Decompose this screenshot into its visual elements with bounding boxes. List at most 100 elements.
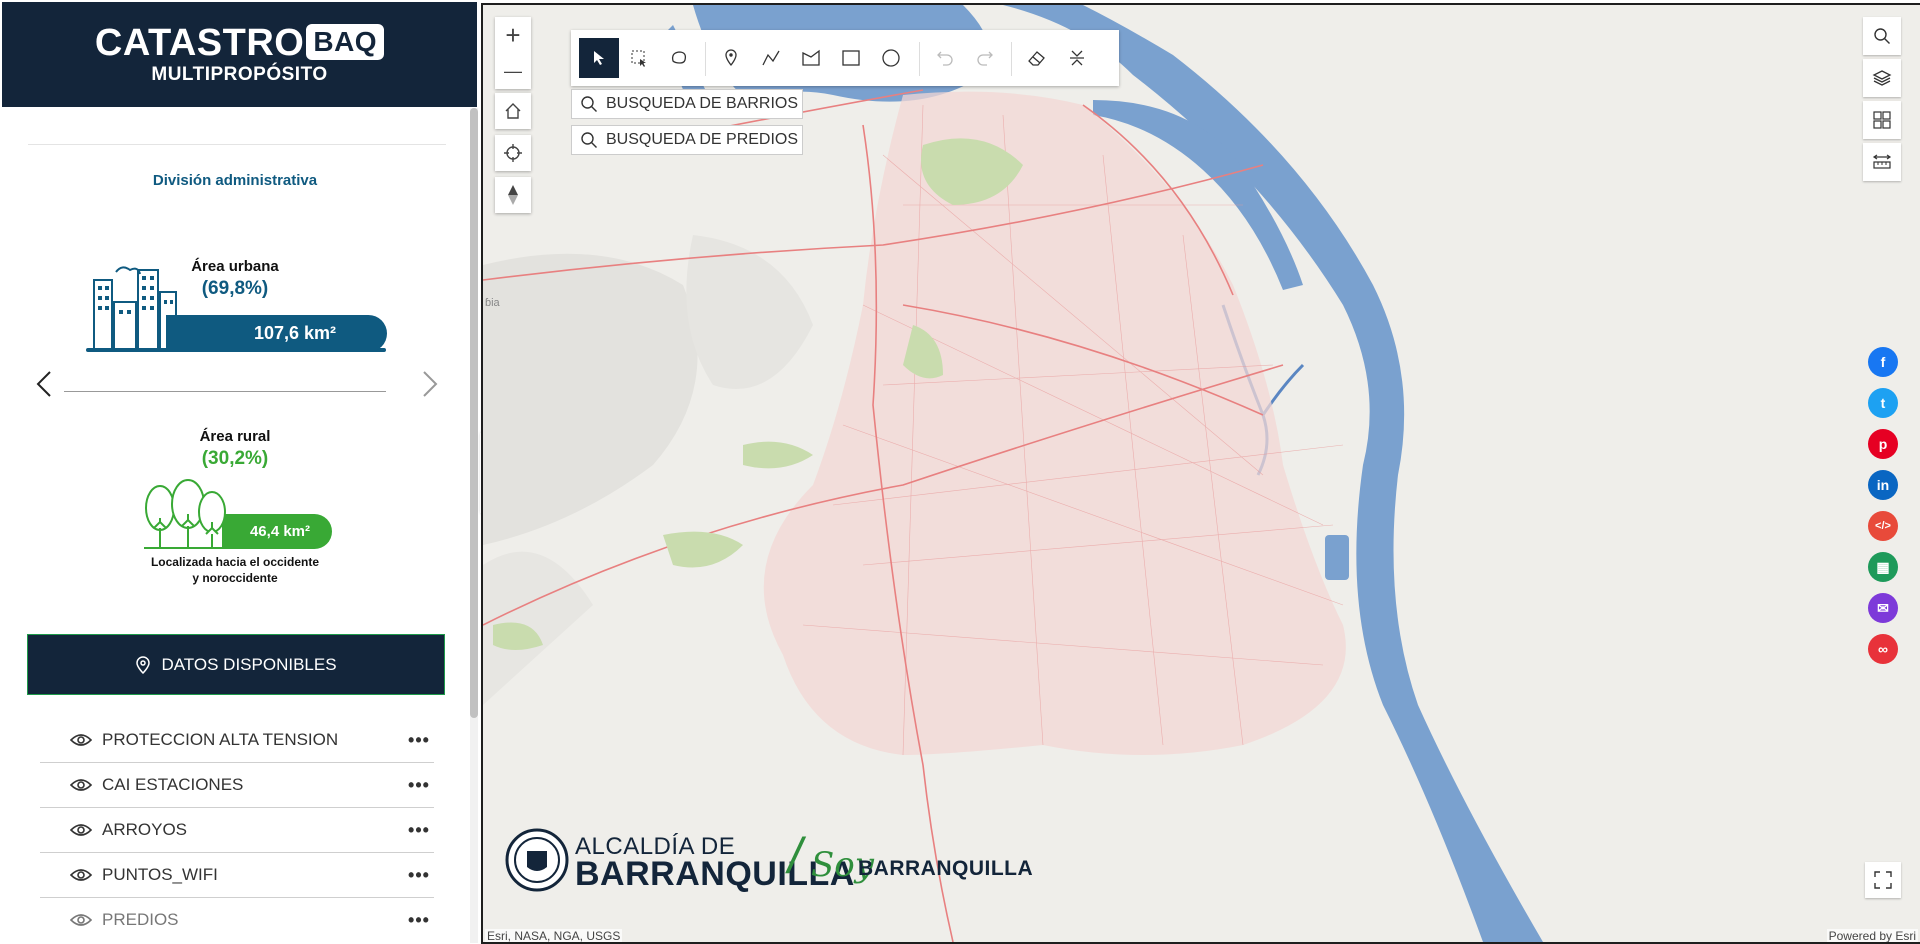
map-pin-icon [725, 49, 737, 67]
more-options-button[interactable]: ••• [404, 865, 434, 886]
logo-barranquilla: BARRANQUILLA [858, 857, 1034, 880]
rectangle-tool-button[interactable] [831, 38, 871, 78]
compass-icon [508, 185, 518, 205]
layer-name: ARROYOS [102, 820, 188, 839]
collapse-vertical-icon [1070, 50, 1084, 66]
chevron-right-icon [423, 371, 438, 397]
eye-icon[interactable] [70, 823, 92, 837]
layer-row[interactable]: ARROYOS ••• [40, 808, 434, 853]
zoom-out-button[interactable]: — [495, 53, 531, 89]
pointer-icon [594, 51, 604, 65]
measure-button[interactable] [1863, 143, 1901, 181]
collapse-toolbar-button[interactable] [1057, 38, 1097, 78]
point-tool-button[interactable] [711, 38, 751, 78]
rectangle-select-icon [631, 50, 646, 67]
qr-share-button[interactable]: ▦ [1868, 552, 1898, 582]
attribution-right[interactable]: Powered by Esri [1826, 929, 1918, 942]
eraser-button[interactable] [1017, 38, 1057, 78]
carousel-divider [64, 391, 386, 392]
email-share-button[interactable]: ✉ [1868, 593, 1898, 623]
circle-icon [882, 49, 900, 67]
select-tool-button[interactable] [579, 38, 619, 78]
eye-icon[interactable] [70, 913, 92, 927]
eye-icon[interactable] [70, 868, 92, 882]
attribution-left: Esri, NASA, NGA, USGS [485, 929, 623, 943]
undo-icon [937, 51, 953, 66]
carousel-next-button[interactable] [414, 366, 444, 402]
layer-row[interactable]: PROTECCION ALTA TENSION ••• [40, 718, 434, 763]
layer-name: CAI ESTACIONES [102, 775, 244, 794]
redo-button[interactable] [965, 38, 1005, 78]
location-pin-icon [136, 655, 151, 674]
lasso-icon [671, 51, 687, 64]
basemap-gallery-button[interactable] [1863, 101, 1901, 139]
map-view[interactable]: + — BUSQUEDA DE BARRIOS BUSQUEDA DE PRED… [481, 3, 1920, 944]
fullscreen-icon [1874, 871, 1892, 889]
fullscreen-button[interactable] [1865, 862, 1901, 898]
brand-badge: BAQ [306, 24, 385, 60]
search-icon [581, 96, 597, 112]
datos-disponibles-label: DATOS DISPONIBLES [161, 654, 337, 674]
circle-tool-button[interactable] [871, 38, 911, 78]
layer-row[interactable]: PREDIOS ••• [40, 898, 434, 942]
layer-row[interactable]: CAI ESTACIONES ••• [40, 763, 434, 808]
toolbar-divider [919, 42, 920, 76]
home-icon [505, 103, 521, 119]
sidebar: CATASTRO BAQ MULTIPROPÓSITO División admi… [0, 0, 480, 943]
link-share-button[interactable]: ∞ [1868, 634, 1898, 664]
redo-icon [977, 51, 993, 66]
toolbar-divider [1011, 42, 1012, 76]
undo-button[interactable] [925, 38, 965, 78]
brand-title: CATASTRO BAQ [2, 22, 477, 65]
qr-code-icon: ▦ [1876, 558, 1890, 575]
alcaldia-logo: ALCALDÍA DE BARRANQUILLA / Soy BARRANQUI… [505, 827, 1033, 897]
polyline-tool-button[interactable] [751, 38, 791, 78]
compass-button[interactable] [495, 177, 531, 213]
layers-icon [1872, 70, 1892, 86]
more-options-button[interactable]: ••• [404, 910, 434, 931]
more-options-button[interactable]: ••• [404, 820, 434, 841]
divider [28, 144, 446, 145]
twitter-share-button[interactable]: t [1868, 388, 1898, 418]
eye-icon[interactable] [70, 778, 92, 792]
crosshair-icon [504, 144, 522, 162]
rectangle-select-tool-button[interactable] [619, 38, 659, 78]
zoom-in-button[interactable]: + [495, 17, 531, 53]
pinterest-icon: p [1878, 436, 1888, 452]
toolbar-divider [705, 42, 706, 76]
rural-note-line1: Localizada hacia el occidente [150, 555, 320, 569]
urban-area-percent: (69,8%) [201, 278, 269, 299]
embed-icon: </> [1875, 520, 1891, 532]
grid-icon [1873, 111, 1891, 129]
layers-button[interactable] [1863, 59, 1901, 97]
home-button[interactable] [495, 93, 531, 129]
brand-header: CATASTRO BAQ MULTIPROPÓSITO [2, 2, 477, 107]
more-options-button[interactable]: ••• [404, 730, 434, 751]
linkedin-icon: in [1876, 477, 1890, 493]
city-seal-icon [505, 828, 569, 892]
datos-disponibles-button[interactable]: DATOS DISPONIBLES [27, 634, 445, 695]
sketch-toolbar [571, 30, 1119, 86]
scrollbar-thumb[interactable] [470, 108, 478, 718]
lasso-select-tool-button[interactable] [659, 38, 699, 78]
facebook-icon: f [1880, 354, 1886, 370]
brand-title-text: CATASTRO [94, 22, 305, 64]
carousel-prev-button[interactable] [30, 366, 60, 402]
embed-share-button[interactable]: </> [1868, 511, 1898, 541]
search-map-button[interactable] [1863, 17, 1901, 55]
linkedin-share-button[interactable]: in [1868, 470, 1898, 500]
pinterest-share-button[interactable]: p [1868, 429, 1898, 459]
more-options-button[interactable]: ••• [404, 775, 434, 796]
admin-heading: División administrativa [152, 172, 318, 189]
search-barrios-input[interactable]: BUSQUEDA DE BARRIOS [571, 89, 803, 119]
search-predios-input[interactable]: BUSQUEDA DE PREDIOS [571, 125, 803, 155]
polygon-tool-button[interactable] [791, 38, 831, 78]
facebook-share-button[interactable]: f [1868, 347, 1898, 377]
eye-icon[interactable] [70, 733, 92, 747]
minus-icon: — [504, 60, 522, 81]
layer-row[interactable]: PUNTOS_WIFI ••• [40, 853, 434, 898]
link-icon: ∞ [1878, 641, 1888, 657]
zoom-control: + — [495, 17, 531, 89]
ruler-icon [1872, 154, 1892, 169]
locate-button[interactable] [495, 135, 531, 171]
